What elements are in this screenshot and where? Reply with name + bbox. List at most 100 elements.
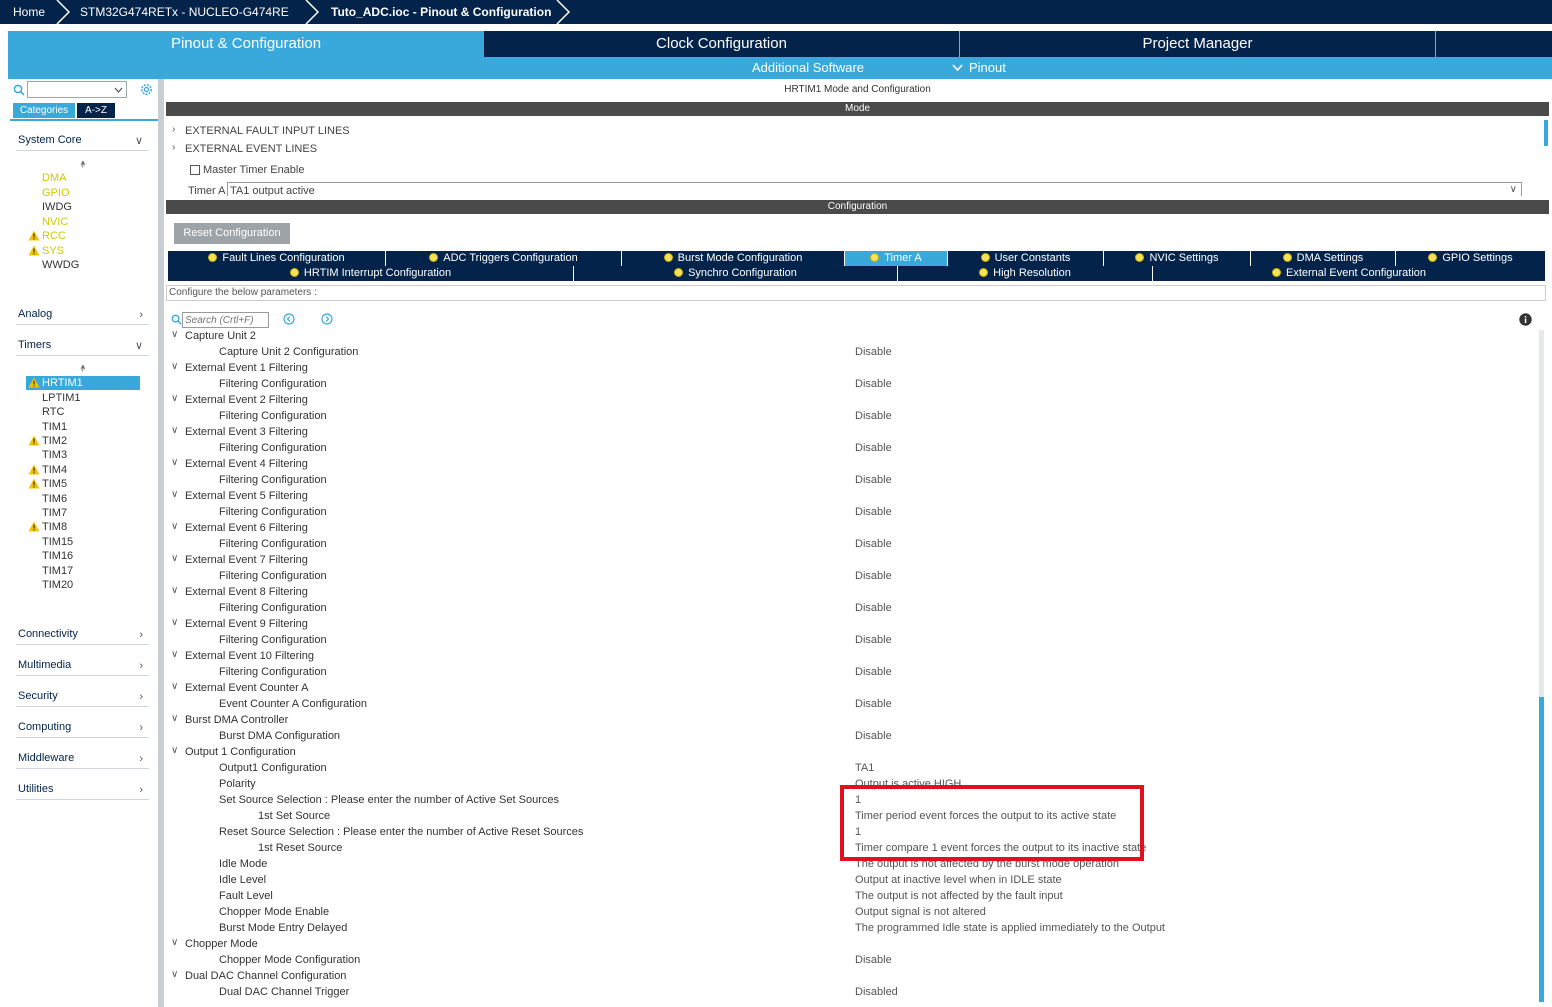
- list-item-tim5[interactable]: TIM5: [42, 477, 67, 491]
- tab-synchro[interactable]: Synchro Configuration: [574, 266, 898, 281]
- tab-high-resolution[interactable]: High Resolution: [898, 266, 1153, 281]
- category-analog[interactable]: Analog ›: [16, 305, 149, 325]
- list-item-gpio[interactable]: GPIO: [42, 186, 70, 200]
- breadcrumb-device[interactable]: STM32G474RETx - NUCLEO-G474RE: [80, 0, 289, 24]
- category-middleware[interactable]: Middleware ›: [16, 749, 149, 769]
- next-icon[interactable]: [321, 313, 333, 325]
- tab-dma-settings[interactable]: DMA Settings: [1251, 251, 1396, 266]
- parameter-group[interactable]: External Event Counter A: [185, 680, 309, 696]
- parameter-group[interactable]: Burst DMA Controller: [185, 712, 288, 728]
- list-item-tim1[interactable]: TIM1: [42, 420, 67, 434]
- parameter-value[interactable]: Disable: [855, 664, 892, 680]
- mode-scrollbar[interactable]: [1544, 120, 1548, 146]
- parameter-value[interactable]: Disable: [855, 696, 892, 712]
- gear-icon[interactable]: [139, 82, 154, 97]
- parameter-group[interactable]: External Event 9 Filtering: [185, 616, 308, 632]
- list-item-tim15[interactable]: TIM15: [42, 535, 73, 549]
- tab-nvic-settings[interactable]: NVIC Settings: [1104, 251, 1251, 266]
- parameter-group[interactable]: External Event 3 Filtering: [185, 424, 308, 440]
- category-computing[interactable]: Computing ›: [16, 718, 149, 738]
- parameter-value[interactable]: Disable: [855, 472, 892, 488]
- parameter-group[interactable]: External Event 7 Filtering: [185, 552, 308, 568]
- tab-hrtim-interrupt[interactable]: HRTIM Interrupt Configuration: [168, 266, 574, 281]
- tab-a-to-z[interactable]: A->Z: [77, 103, 115, 118]
- list-item-wwdg[interactable]: WWDG: [42, 258, 79, 272]
- parameter-group[interactable]: External Event 4 Filtering: [185, 456, 308, 472]
- list-item-tim3[interactable]: TIM3: [42, 448, 67, 462]
- parameter-group[interactable]: External Event 2 Filtering: [185, 392, 308, 408]
- parameter-group[interactable]: External Event 5 Filtering: [185, 488, 308, 504]
- external-event-lines[interactable]: EXTERNAL EVENT LINES: [185, 143, 317, 155]
- chevron-down-icon[interactable]: ∨: [171, 393, 178, 404]
- chevron-down-icon[interactable]: ∨: [171, 457, 178, 468]
- tab-pinout-configuration[interactable]: Pinout & Configuration: [8, 31, 484, 57]
- chevron-down-icon[interactable]: ∨: [171, 745, 178, 756]
- chevron-down-icon[interactable]: ∨: [171, 329, 178, 340]
- category-utilities[interactable]: Utilities ›: [16, 780, 149, 800]
- breadcrumb-home[interactable]: Home: [13, 0, 45, 24]
- breadcrumb-file[interactable]: Tuto_ADC.ioc - Pinout & Configuration: [331, 0, 551, 24]
- chevron-down-icon[interactable]: ∨: [171, 937, 178, 948]
- list-item-tim8[interactable]: TIM8: [42, 520, 67, 534]
- parameter-group[interactable]: External Event 1 Filtering: [185, 360, 308, 376]
- parameter-group[interactable]: Capture Unit 2: [185, 328, 256, 344]
- chevron-right-icon[interactable]: ›: [172, 124, 175, 135]
- list-item-hrtim1[interactable]: HRTIM1: [26, 376, 140, 390]
- chevron-down-icon[interactable]: ∨: [171, 489, 178, 500]
- chevron-right-icon[interactable]: ›: [172, 142, 175, 153]
- parameter-value[interactable]: Disable: [855, 376, 892, 392]
- parameter-value[interactable]: Disable: [855, 440, 892, 456]
- category-system-core[interactable]: System Core ∨: [16, 131, 149, 151]
- tab-pinout[interactable]: Pinout: [969, 57, 1006, 79]
- list-item-iwdg[interactable]: IWDG: [42, 200, 72, 214]
- parameter-value[interactable]: Disable: [855, 408, 892, 424]
- parameter-value[interactable]: Disable: [855, 600, 892, 616]
- list-item-tim17[interactable]: TIM17: [42, 564, 73, 578]
- category-search-input[interactable]: [27, 81, 127, 98]
- list-item-tim4[interactable]: TIM4: [42, 463, 67, 477]
- parameter-group[interactable]: External Event 6 Filtering: [185, 520, 308, 536]
- parameter-group[interactable]: External Event 10 Filtering: [185, 648, 314, 664]
- list-item-tim20[interactable]: TIM20: [42, 578, 73, 592]
- tab-categories[interactable]: Categories: [13, 103, 75, 118]
- list-item-rtc[interactable]: RTC: [42, 405, 64, 419]
- list-item-tim6[interactable]: TIM6: [42, 492, 67, 506]
- category-connectivity[interactable]: Connectivity ›: [16, 625, 149, 645]
- parameter-value[interactable]: Disable: [855, 568, 892, 584]
- sort-icon[interactable]: ▼: [79, 163, 86, 170]
- list-item-dma[interactable]: DMA: [42, 171, 66, 185]
- parameter-group[interactable]: External Event 8 Filtering: [185, 584, 308, 600]
- parameter-value[interactable]: Disable: [855, 504, 892, 520]
- master-timer-checkbox[interactable]: [190, 165, 200, 175]
- parameter-value[interactable]: TA1: [855, 760, 874, 776]
- chevron-down-icon[interactable]: ∨: [171, 617, 178, 628]
- tab-gpio-settings[interactable]: GPIO Settings: [1396, 251, 1546, 266]
- chevron-down-icon[interactable]: ∨: [171, 553, 178, 564]
- tab-fault-lines[interactable]: Fault Lines Configuration: [168, 251, 386, 266]
- previous-icon[interactable]: [283, 313, 295, 325]
- parameter-value[interactable]: Disable: [855, 632, 892, 648]
- category-timers[interactable]: Timers ∨: [16, 336, 149, 356]
- parameter-value[interactable]: Disable: [855, 728, 892, 744]
- parameter-group[interactable]: Dual DAC Channel Configuration: [185, 968, 346, 984]
- tab-timer-a[interactable]: Timer A: [845, 251, 948, 266]
- chevron-down-icon[interactable]: ∨: [171, 425, 178, 436]
- chevron-down-icon[interactable]: ∨: [171, 969, 178, 980]
- parameter-value[interactable]: Disable: [855, 536, 892, 552]
- chevron-down-icon[interactable]: ∨: [171, 681, 178, 692]
- parameter-value[interactable]: Disabled: [855, 984, 898, 1000]
- info-icon[interactable]: [1519, 313, 1532, 326]
- sort-icon[interactable]: ▼: [79, 367, 86, 374]
- category-multimedia[interactable]: Multimedia ›: [16, 656, 149, 676]
- parameter-value[interactable]: Output signal is not altered: [855, 904, 986, 920]
- parameter-group[interactable]: Chopper Mode: [185, 936, 258, 952]
- parameter-value[interactable]: Disable: [855, 344, 892, 360]
- external-fault-lines[interactable]: EXTERNAL FAULT INPUT LINES: [185, 125, 350, 137]
- chevron-down-icon[interactable]: ∨: [171, 361, 178, 372]
- list-item-tim7[interactable]: TIM7: [42, 506, 67, 520]
- chevron-down-icon[interactable]: ∨: [171, 649, 178, 660]
- tab-external-event[interactable]: External Event Configuration: [1153, 266, 1546, 281]
- parameter-value[interactable]: The output is not affected by the fault …: [855, 888, 1063, 904]
- category-security[interactable]: Security ›: [16, 687, 149, 707]
- list-item-tim2[interactable]: TIM2: [42, 434, 67, 448]
